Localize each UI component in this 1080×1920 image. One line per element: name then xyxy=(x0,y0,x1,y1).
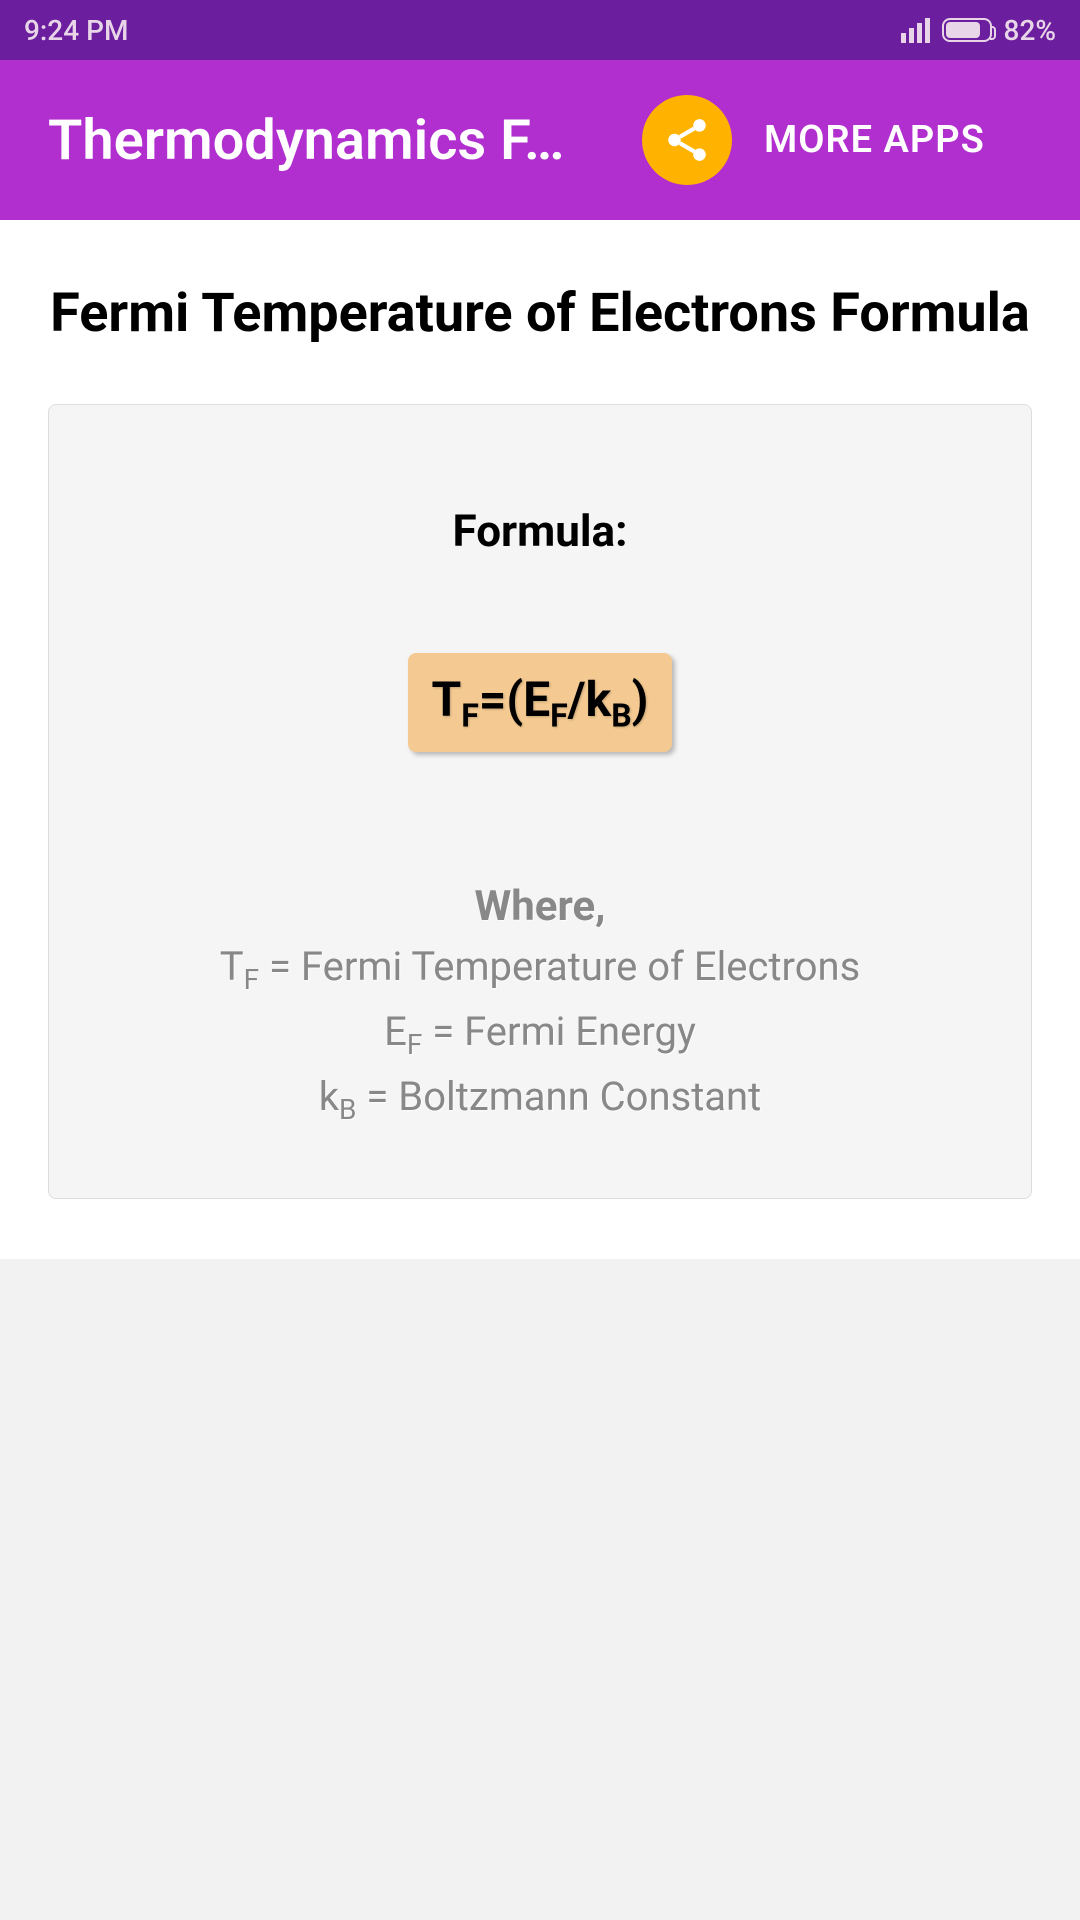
formula-card: Formula: TF=(EF/kB) Where, TF = Fermi Te… xyxy=(48,404,1032,1200)
status-time: 9:24 PM xyxy=(24,14,128,47)
status-bar: 9:24 PM 82% xyxy=(0,0,1080,60)
where-label: Where, xyxy=(89,882,991,931)
status-right: 82% xyxy=(901,14,1056,47)
share-icon xyxy=(662,115,712,165)
more-apps-button[interactable]: MORE APPS xyxy=(756,118,993,162)
where-section: Where, TF = Fermi Temperature of Electro… xyxy=(89,882,991,1126)
signal-icon xyxy=(901,18,930,43)
app-bar: Thermodynamics F… MORE APPS xyxy=(0,60,1080,220)
formula-label: Formula: xyxy=(89,505,991,557)
app-title: Thermodynamics F… xyxy=(48,107,618,173)
share-button[interactable] xyxy=(642,95,732,185)
definition-kb: kB = Boltzmann Constant xyxy=(89,1073,991,1126)
definition-tf: TF = Fermi Temperature of Electrons xyxy=(89,943,991,996)
definition-ef: EF = Fermi Energy xyxy=(89,1008,991,1061)
battery-percent: 82% xyxy=(1004,14,1056,47)
formula-box: TF=(EF/kB) xyxy=(408,653,673,753)
battery-icon xyxy=(942,18,992,42)
content-area: Fermi Temperature of Electrons Formula F… xyxy=(0,220,1080,1259)
page-title: Fermi Temperature of Electrons Formula xyxy=(48,280,1032,348)
formula-expression: TF=(EF/kB) xyxy=(432,671,649,728)
